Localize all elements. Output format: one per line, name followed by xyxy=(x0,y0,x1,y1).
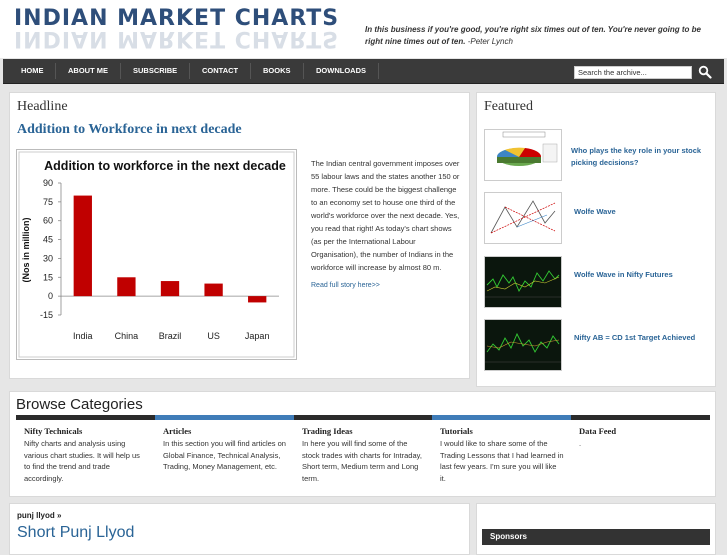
search-icon[interactable] xyxy=(698,65,712,79)
category-title-1[interactable]: Nifty Technicals xyxy=(24,426,82,436)
chart-title: Addition to workforce in the next decade xyxy=(44,159,286,173)
headline-article-text: The Indian central government imposes ov… xyxy=(311,159,460,272)
chart-x-tick-label: Japan xyxy=(245,331,270,341)
featured-link-4[interactable]: Nifty AB = CD 1st Target Achieved xyxy=(574,332,695,344)
post-title-link[interactable]: Short Punj Llyod xyxy=(17,524,134,542)
chart-y-tick-label: 15 xyxy=(43,272,53,282)
featured-thumb-3[interactable] xyxy=(484,256,562,308)
chart-image[interactable]: Addition to workforce in the next decade… xyxy=(16,149,297,360)
featured-thumb-2[interactable] xyxy=(484,192,562,244)
nav-contact[interactable]: CONTACT xyxy=(202,59,238,83)
sponsors-heading: Sponsors xyxy=(482,529,710,545)
wolfe-wave-thumb-icon xyxy=(490,200,556,234)
chart-bar xyxy=(117,277,136,297)
read-more-link[interactable]: Read full story here>> xyxy=(311,282,380,289)
chart-bar xyxy=(204,283,223,297)
chart-y-tick-label: -15 xyxy=(40,310,53,320)
price-chart-thumb-icon xyxy=(485,320,561,370)
nav-separator xyxy=(303,63,304,79)
chart-x-tick-label: US xyxy=(207,331,220,341)
search-input[interactable] xyxy=(574,66,692,79)
nav-separator xyxy=(120,63,121,79)
chart-y-tick-label: 30 xyxy=(43,253,53,263)
category-bar-5 xyxy=(571,415,710,420)
chart-y-tick-label: 60 xyxy=(43,216,53,226)
chart-y-tick-label: 75 xyxy=(43,197,53,207)
categories-section-title: Browse Categories xyxy=(16,396,143,413)
nav-separator xyxy=(378,63,379,79)
headline-title-link[interactable]: Addition to Workforce in next decade xyxy=(17,122,242,138)
category-title-3[interactable]: Trading Ideas xyxy=(302,426,353,436)
nav-subscribe[interactable]: SUBSCRIBE xyxy=(133,59,177,83)
header-quote: In this business if you're good, you're … xyxy=(365,24,717,48)
featured-link-1[interactable]: Who plays the key role in your stock pic… xyxy=(571,145,711,169)
chart-x-tick-label: India xyxy=(73,331,93,341)
quote-text: In this business if you're good, you're … xyxy=(365,25,701,46)
workforce-bar-chart: Addition to workforce in the next decade… xyxy=(18,151,295,358)
featured-link-3[interactable]: Wolfe Wave in Nifty Futures xyxy=(574,269,673,281)
chart-y-tick-label: 45 xyxy=(43,235,53,245)
pie-chart-thumb-icon xyxy=(496,131,558,166)
post-breadcrumb[interactable]: punj llyod » xyxy=(17,511,61,520)
chart-bar xyxy=(160,281,180,297)
featured-section-title: Featured xyxy=(484,99,533,114)
site-header: INDIAN MARKET CHARTS INDIAN MARKET CHART… xyxy=(0,0,727,58)
chart-y-tick-label: 0 xyxy=(48,291,53,301)
nav-separator xyxy=(55,63,56,79)
nav-downloads[interactable]: DOWNLOADS xyxy=(316,59,366,83)
category-desc-4: I would like to share some of the Tradin… xyxy=(440,439,564,483)
category-title-5[interactable]: Data Feed xyxy=(579,426,616,436)
site-logo-reflection: INDIAN MARKET CHARTS xyxy=(14,26,340,51)
chart-bar xyxy=(248,296,267,303)
category-bar-1 xyxy=(16,415,155,420)
headline-section-title: Headline xyxy=(17,99,68,114)
featured-thumb-4[interactable] xyxy=(484,319,562,371)
category-desc-5: . xyxy=(579,439,582,448)
category-desc-3: In here you will find some of the stock … xyxy=(302,439,422,483)
chart-bar xyxy=(73,195,92,297)
chart-y-tick-label: 90 xyxy=(43,178,53,188)
category-desc-2: In this section you will find articles o… xyxy=(163,439,286,471)
category-bar-3 xyxy=(294,415,432,420)
chart-y-axis-label: (Nos in million) xyxy=(21,218,31,283)
price-chart-thumb-icon xyxy=(485,257,561,307)
category-bar-4 xyxy=(432,415,571,420)
category-title-2[interactable]: Articles xyxy=(163,426,191,436)
chart-x-tick-label: China xyxy=(115,331,139,341)
featured-thumb-1[interactable] xyxy=(484,129,562,181)
category-desc-1: Nifty charts and analysis using various … xyxy=(24,439,140,483)
category-title-4[interactable]: Tutorials xyxy=(440,426,473,436)
nav-home[interactable]: HOME xyxy=(21,59,44,83)
nav-separator xyxy=(189,63,190,79)
category-bar-2 xyxy=(155,415,294,420)
quote-author: -Peter Lynch xyxy=(467,37,513,46)
nav-books[interactable]: BOOKS xyxy=(263,59,291,83)
nav-about-me[interactable]: ABOUT ME xyxy=(68,59,108,83)
chart-x-tick-label: Brazil xyxy=(159,331,182,341)
featured-link-2[interactable]: Wolfe Wave xyxy=(574,206,616,218)
nav-separator xyxy=(250,63,251,79)
